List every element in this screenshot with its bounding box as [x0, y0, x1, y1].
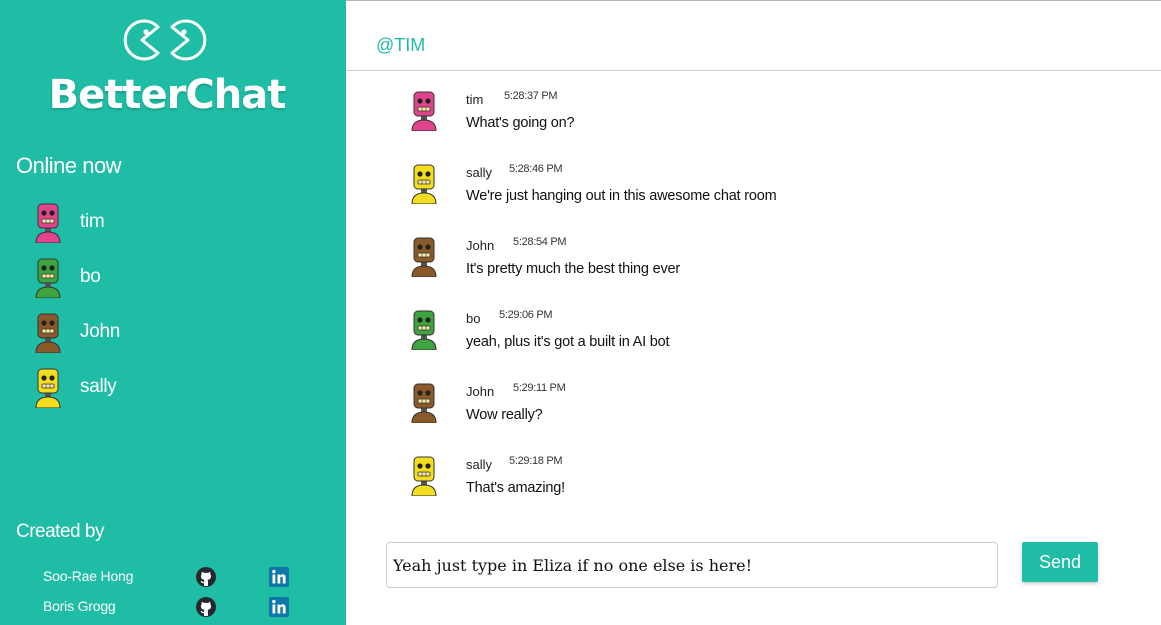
send-button[interactable]: Send [1022, 542, 1098, 582]
logo-icon [123, 19, 207, 61]
robot-avatar-icon [411, 237, 437, 277]
robot-avatar-icon [411, 456, 437, 496]
message-timestamp: 5:28:54 PM [513, 236, 567, 248]
message-author: sally [466, 457, 493, 472]
creator-row: Boris Grogg [43, 596, 303, 620]
sidebar: BetterChat Online now tim bo John sally … [0, 0, 346, 625]
chat-header: @TIM [346, 0, 1161, 71]
online-user-name: bo [80, 265, 101, 287]
message-item: John 5:29:11 PM Wow really? [408, 378, 1108, 428]
robot-avatar-icon [35, 313, 61, 353]
message-item: John 5:28:54 PM It's pretty much the bes… [408, 232, 1108, 282]
robot-avatar-icon [411, 91, 437, 131]
online-user-bo[interactable]: bo [32, 249, 120, 304]
message-author: John [466, 238, 495, 253]
message-text: Wow really? [466, 407, 543, 423]
message-timestamp: 5:28:37 PM [504, 90, 558, 102]
message-text: It's pretty much the best thing ever [466, 261, 680, 277]
github-icon[interactable] [195, 596, 217, 618]
message-item: sally 5:29:18 PM That's amazing! [408, 451, 1108, 501]
chat-panel: @TIM tim 5:28:37 PM What's going on? sal… [346, 0, 1161, 625]
message-text: yeah, plus it's got a built in AI bot [466, 334, 670, 350]
linkedin-icon[interactable] [269, 567, 289, 587]
online-user-tim[interactable]: tim [32, 194, 120, 249]
message-author: tim [466, 92, 484, 107]
online-user-sally[interactable]: sally [32, 359, 120, 414]
message-item: tim 5:28:37 PM What's going on? [408, 86, 1108, 136]
robot-avatar-icon [411, 310, 437, 350]
message-timestamp: 5:28:46 PM [509, 163, 563, 175]
online-now-heading: Online now [16, 153, 122, 178]
online-user-name: John [80, 320, 121, 342]
message-author: bo [466, 311, 481, 326]
online-user-name: tim [80, 210, 105, 232]
message-item: bo 5:29:06 PM yeah, plus it's got a buil… [408, 305, 1108, 355]
robot-avatar-icon [35, 203, 61, 243]
created-by-heading: Created by [16, 521, 104, 542]
online-user-name: sally [80, 375, 117, 397]
message-input[interactable] [386, 542, 998, 588]
message-item: sally 5:28:46 PM We're just hanging out … [408, 159, 1108, 209]
creator-name: Boris Grogg [43, 598, 116, 614]
message-author: sally [466, 165, 493, 180]
message-timestamp: 5:29:18 PM [509, 455, 563, 467]
online-user-john[interactable]: John [32, 304, 120, 359]
room-title: @TIM [376, 35, 426, 55]
brand-title: BetterChat [48, 72, 287, 118]
github-icon[interactable] [195, 566, 217, 588]
message-timestamp: 5:29:11 PM [513, 382, 566, 394]
message-text: That's amazing! [466, 480, 565, 496]
message-text: What's going on? [466, 115, 575, 131]
linkedin-icon[interactable] [269, 597, 289, 617]
robot-avatar-icon [411, 383, 437, 423]
message-text: We're just hanging out in this awesome c… [466, 188, 777, 204]
message-timestamp: 5:29:06 PM [499, 309, 553, 321]
robot-avatar-icon [35, 258, 61, 298]
message-author: John [466, 384, 495, 399]
robot-avatar-icon [411, 164, 437, 204]
creator-name: Soo-Rae Hong [43, 568, 134, 584]
robot-avatar-icon [35, 368, 61, 408]
online-user-list: tim bo John sally [32, 194, 120, 414]
creator-row: Soo-Rae Hong [43, 566, 303, 590]
